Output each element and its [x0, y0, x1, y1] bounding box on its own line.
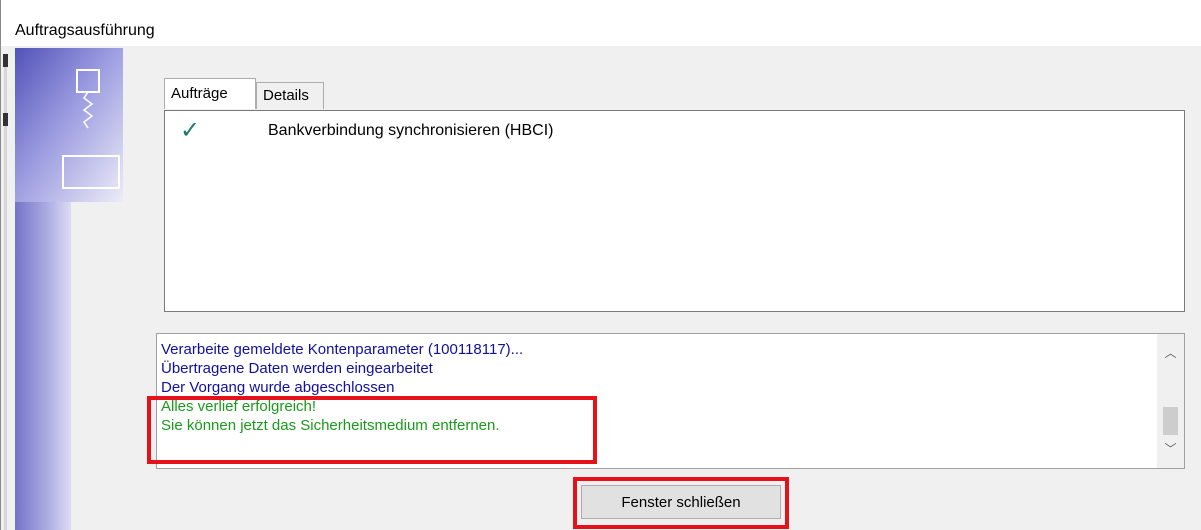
log-line: Verarbeite gemeldete Kontenparameter (10… [161, 341, 524, 358]
job-list: ✓ Bankverbindung synchronisieren (HBCI) [164, 110, 1185, 312]
job-label: Bankverbindung synchronisieren (HBCI) [268, 122, 554, 139]
left-edge-mark [3, 54, 8, 67]
log-line: Übertragene Daten werden eingearbeitet [161, 360, 433, 377]
title-bar: Auftragsausführung [1, 0, 1201, 46]
tab-details[interactable]: Details [256, 82, 324, 109]
flowchart-icon [62, 69, 120, 189]
list-item[interactable]: ✓ Bankverbindung synchronisieren (HBCI) [165, 117, 1184, 145]
success-highlight-box [147, 396, 597, 464]
chevron-up-icon[interactable]: ︿ [1157, 342, 1184, 364]
left-edge-mark [3, 113, 8, 126]
window-title: Auftragsausführung [15, 22, 155, 39]
check-icon: ✓ [180, 117, 201, 144]
log-line: Der Vorgang wurde abgeschlossen [161, 379, 395, 396]
scroll-thumb[interactable] [1163, 407, 1178, 435]
log-scrollbar[interactable]: ︿ ﹀ [1157, 334, 1184, 468]
left-separator [4, 60, 7, 530]
dialog-window: Auftragsausführung Aufträge Details ✓ Ba… [0, 0, 1201, 530]
tab-auftraege[interactable]: Aufträge [164, 78, 256, 109]
button-highlight-box [573, 477, 789, 529]
banner-graphic [15, 48, 123, 202]
chevron-down-icon[interactable]: ﹀ [1157, 438, 1184, 460]
